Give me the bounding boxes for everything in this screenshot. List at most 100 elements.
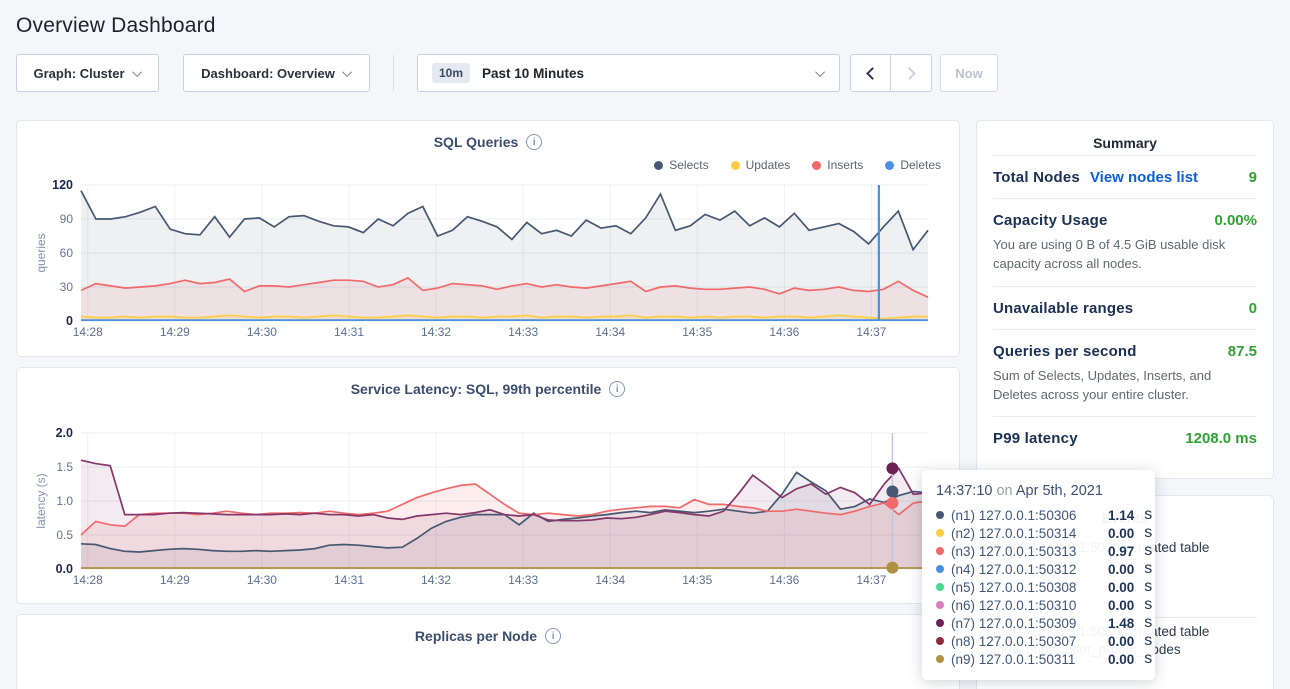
y-tick-label: 2.0 (56, 426, 73, 440)
x-tick-label: 14:35 (682, 325, 712, 339)
legend-item-selects[interactable]: Selects (654, 157, 708, 173)
charts-column: SQL Queries i Selects Updates Inserts Delet… (16, 120, 960, 689)
service-latency-title-row: Service Latency: SQL, 99th percentile i (33, 381, 943, 397)
x-tick-label: 14:29 (160, 325, 190, 339)
legend-label: Selects (669, 158, 708, 172)
node-color-dot-icon (936, 637, 944, 645)
y-tick-label: 0.5 (56, 528, 73, 542)
graph-dropdown[interactable]: Graph: Cluster (16, 54, 159, 92)
tooltip-node-value: 0.00 (1108, 652, 1134, 667)
summary-row-p99: P99 latency 1208.0 ms (993, 416, 1257, 459)
chevron-right-icon (903, 67, 916, 80)
time-next-button[interactable] (891, 54, 932, 92)
x-tick-label: 14:30 (247, 325, 277, 339)
tooltip-node-label: (n2) 127.0.0.1:50314 (951, 526, 1101, 541)
node-color-dot-icon (936, 601, 944, 609)
tooltip-row: (n6) 127.0.0.1:503100.00s (936, 596, 1141, 614)
replicas-per-node-card: Replicas per Node i (16, 614, 960, 689)
tooltip-node-unit: s (1144, 632, 1152, 650)
qps-desc: Sum of Selects, Updates, Inserts, and De… (993, 367, 1257, 405)
tooltip-node-value: 0.00 (1108, 526, 1134, 541)
time-range-badge: 10m (432, 63, 470, 83)
summary-row-qps: Queries per second 87.5 Sum of Selects, … (993, 329, 1257, 417)
tooltip-node-unit: s (1144, 596, 1152, 614)
sql-queries-chart[interactable]: 14:2814:2914:3014:3114:3214:3314:3414:35… (33, 175, 945, 351)
y-tick-label: 90 (60, 212, 74, 226)
x-tick-label: 14:28 (73, 573, 103, 587)
time-prev-button[interactable] (850, 54, 891, 92)
node-color-dot-icon (936, 619, 944, 627)
x-tick-label: 14:32 (421, 573, 451, 587)
tooltip-node-unit: s (1144, 506, 1152, 524)
tooltip-node-label: (n7) 127.0.0.1:50309 (951, 616, 1101, 631)
now-button[interactable]: Now (940, 54, 998, 92)
tooltip-node-unit: s (1144, 614, 1152, 632)
time-range-label: Past 10 Minutes (482, 66, 584, 81)
x-tick-label: 14:32 (421, 325, 451, 339)
tooltip-node-label: (n8) 127.0.0.1:50307 (951, 634, 1101, 649)
x-tick-label: 14:33 (508, 573, 538, 587)
crosshair-dot (886, 485, 898, 497)
y-axis-label: latency (s) (34, 473, 48, 528)
tooltip-row: (n2) 127.0.0.1:503140.00s (936, 524, 1141, 542)
crosshair-dot (886, 497, 898, 509)
service-latency-chart[interactable]: 14:2814:2914:3014:3114:3214:3314:3414:35… (33, 423, 945, 599)
x-tick-label: 14:37 (856, 325, 886, 339)
toolbar-divider (393, 55, 394, 91)
x-tick-label: 14:33 (508, 325, 538, 339)
tooltip-rows: (n1) 127.0.0.1:503061.14s(n2) 127.0.0.1:… (936, 506, 1141, 668)
view-nodes-list-link[interactable]: View nodes list (1090, 169, 1198, 186)
unavailable-value: 0 (1249, 300, 1257, 317)
total-nodes-label: Total Nodes (993, 169, 1080, 186)
tooltip-node-unit: s (1144, 524, 1152, 542)
tooltip-node-value: 1.48 (1108, 616, 1134, 631)
node-color-dot-icon (936, 655, 944, 663)
time-nav-group (850, 54, 932, 92)
tooltip-node-label: (n4) 127.0.0.1:50312 (951, 562, 1101, 577)
qps-label: Queries per second (993, 343, 1137, 360)
legend-label: Deletes (900, 158, 941, 172)
legend-dot-icon (812, 161, 821, 170)
p99-value: 1208.0 ms (1185, 430, 1257, 447)
info-icon[interactable]: i (526, 134, 542, 150)
time-range-dropdown[interactable]: 10m Past 10 Minutes (417, 54, 840, 92)
chart-tooltip: 14:37:10 on Apr 5th, 2021 (n1) 127.0.0.1… (922, 470, 1155, 680)
tooltip-node-unit: s (1144, 650, 1152, 668)
tooltip-row: (n7) 127.0.0.1:503091.48s (936, 614, 1141, 632)
x-tick-label: 14:31 (334, 573, 364, 587)
legend-item-deletes[interactable]: Deletes (885, 157, 941, 173)
chart-title: Service Latency: SQL, 99th percentile (351, 381, 602, 397)
tooltip-node-value: 0.00 (1108, 562, 1134, 577)
legend-label: Inserts (827, 158, 863, 172)
info-icon[interactable]: i (609, 381, 625, 397)
tooltip-date: Apr 5th, 2021 (1016, 483, 1103, 499)
dashboard-dropdown[interactable]: Dashboard: Overview (183, 54, 370, 92)
x-tick-label: 14:36 (769, 325, 799, 339)
tooltip-row: (n9) 127.0.0.1:503110.00s (936, 650, 1141, 668)
crosshair-dot (886, 562, 898, 574)
y-tick-label: 0 (66, 314, 73, 328)
info-icon[interactable]: i (545, 628, 561, 644)
legend-item-inserts[interactable]: Inserts (812, 157, 863, 173)
tooltip-node-value: 0.00 (1108, 580, 1134, 595)
tooltip-node-unit: s (1144, 542, 1152, 560)
legend-item-updates[interactable]: Updates (731, 157, 791, 173)
x-tick-label: 14:36 (769, 573, 799, 587)
tooltip-node-unit: s (1144, 560, 1152, 578)
legend-label: Updates (746, 158, 791, 172)
x-tick-label: 14:29 (160, 573, 190, 587)
sql-queries-title-row: SQL Queries i (33, 134, 943, 150)
replicas-title-row: Replicas per Node i (33, 628, 943, 644)
x-tick-label: 14:34 (595, 573, 625, 587)
qps-value: 87.5 (1228, 343, 1257, 360)
dashboard-dropdown-label: Dashboard: Overview (201, 66, 335, 81)
tooltip-row: (n8) 127.0.0.1:503070.00s (936, 632, 1141, 650)
y-tick-label: 30 (60, 280, 74, 294)
x-tick-label: 14:35 (682, 573, 712, 587)
chevron-down-icon (342, 67, 352, 77)
capacity-desc: You are using 0 B of 4.5 GiB usable disk… (993, 236, 1257, 274)
page: { "page": { "title": "Overview Dashboard… (0, 0, 1290, 689)
tooltip-node-label: (n5) 127.0.0.1:50308 (951, 580, 1101, 595)
toolbar: Graph: Cluster Dashboard: Overview 10m P… (16, 54, 1274, 92)
tooltip-node-value: 0.00 (1108, 634, 1134, 649)
